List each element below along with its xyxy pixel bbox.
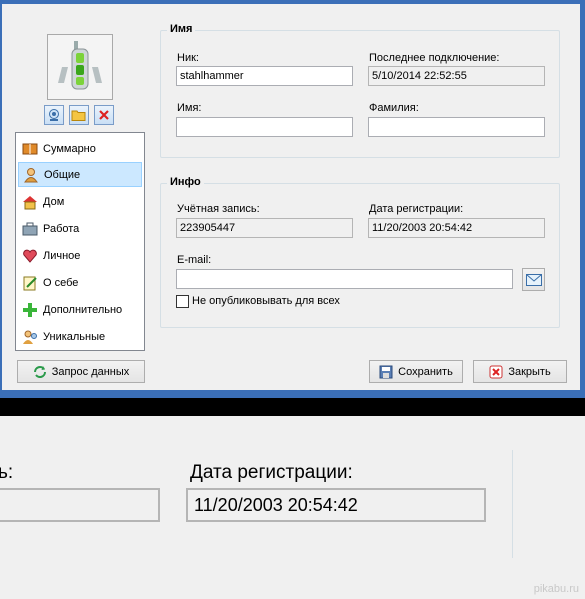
- notepad-icon: [23, 276, 37, 290]
- window-border-top: [0, 0, 585, 4]
- zoom-group-border: [512, 450, 513, 558]
- nav-item-work[interactable]: Работа: [18, 216, 142, 241]
- zoom-account-field: [0, 488, 160, 522]
- webcam-button[interactable]: [44, 105, 64, 125]
- zoom-reg-date-field: 11/20/2003 20:54:42: [186, 488, 486, 522]
- zoom-reg-date-label: Дата регистрации:: [190, 462, 353, 483]
- heart-icon: [23, 249, 37, 263]
- nav-label: Общие: [44, 168, 81, 181]
- account-label: Учётная запись:: [177, 203, 260, 215]
- open-folder-button[interactable]: [69, 105, 89, 125]
- last-name-field[interactable]: [368, 117, 545, 137]
- nav-item-personal[interactable]: Личное: [18, 243, 142, 268]
- last-name-label: Фамилия:: [369, 102, 419, 114]
- nav-label: Дом: [43, 195, 65, 208]
- nick-label: Ник:: [177, 52, 199, 64]
- request-data-button[interactable]: Запрос данных: [17, 360, 145, 383]
- last-connection-field[interactable]: 5/10/2014 22:52:55: [368, 66, 545, 86]
- book-icon: [22, 143, 38, 154]
- watermark: pikabu.ru: [533, 583, 579, 595]
- first-name-label: Имя:: [177, 102, 202, 114]
- window-border-bottom: [0, 390, 585, 398]
- nav-label: Дополнительно: [43, 303, 123, 316]
- refresh-icon: [33, 365, 46, 378]
- hide-public-label: Не опубликовывать для всех: [192, 295, 340, 307]
- email-field[interactable]: [176, 269, 513, 289]
- separator-bar: [0, 398, 585, 416]
- request-data-label: Запрос данных: [51, 365, 130, 378]
- nick-field[interactable]: stahlhammer: [176, 66, 353, 86]
- avatar: [47, 34, 113, 100]
- zoomed-detail: ь: Дата регистрации: 11/20/2003 20:54:42…: [0, 416, 585, 599]
- email-label: E-mail:: [177, 254, 212, 266]
- category-list: Суммарно Общие Дом Работа Личное О себе …: [15, 132, 145, 351]
- webcam-icon: [49, 109, 59, 121]
- house-icon: [23, 195, 37, 209]
- reg-date-label: Дата регистрации:: [369, 203, 464, 215]
- briefcase-icon: [22, 222, 38, 235]
- zoom-label-fragment: ь:: [0, 462, 14, 483]
- nav-item-additional[interactable]: Дополнительно: [18, 297, 142, 322]
- delete-avatar-button[interactable]: [94, 105, 114, 125]
- nav-item-general[interactable]: Общие: [18, 162, 142, 187]
- close-icon: [489, 365, 503, 378]
- close-label: Закрыть: [508, 365, 551, 378]
- nav-item-unique[interactable]: Уникальные: [18, 324, 142, 349]
- nav-label: Личное: [43, 249, 81, 262]
- info-group-title: Инфо: [167, 176, 204, 188]
- nav-label: Работа: [43, 222, 80, 235]
- window-border-left: [0, 0, 2, 398]
- hide-public-checkbox[interactable]: [176, 295, 189, 308]
- last-connection-label: Последнее подключение:: [369, 52, 500, 64]
- nav-label: О себе: [43, 276, 79, 289]
- nav-label: Уникальные: [43, 330, 106, 343]
- name-group: [160, 30, 560, 158]
- first-name-field[interactable]: [176, 117, 353, 137]
- close-button[interactable]: Закрыть: [473, 360, 567, 383]
- phone-icon: [58, 41, 102, 90]
- nav-item-summary[interactable]: Суммарно: [18, 136, 142, 161]
- send-email-button[interactable]: [522, 268, 545, 291]
- delete-icon: [99, 110, 109, 120]
- nav-label: Суммарно: [43, 142, 96, 155]
- reg-date-field[interactable]: 11/20/2003 20:54:42: [368, 218, 545, 238]
- envelope-icon: [525, 273, 542, 286]
- save-label: Сохранить: [398, 365, 453, 378]
- users-icon: [23, 330, 37, 344]
- plus-icon: [23, 302, 37, 317]
- user-icon: [24, 167, 38, 182]
- details-dialog: Суммарно Общие Дом Работа Личное О себе …: [0, 0, 585, 398]
- nav-item-about[interactable]: О себе: [18, 270, 142, 295]
- save-icon: [379, 365, 393, 378]
- account-field[interactable]: 223905447: [176, 218, 353, 238]
- nav-item-home[interactable]: Дом: [18, 189, 142, 214]
- name-group-title: Имя: [167, 23, 196, 35]
- window-border-right: [580, 0, 585, 398]
- folder-icon: [71, 110, 86, 121]
- save-button[interactable]: Сохранить: [369, 360, 463, 383]
